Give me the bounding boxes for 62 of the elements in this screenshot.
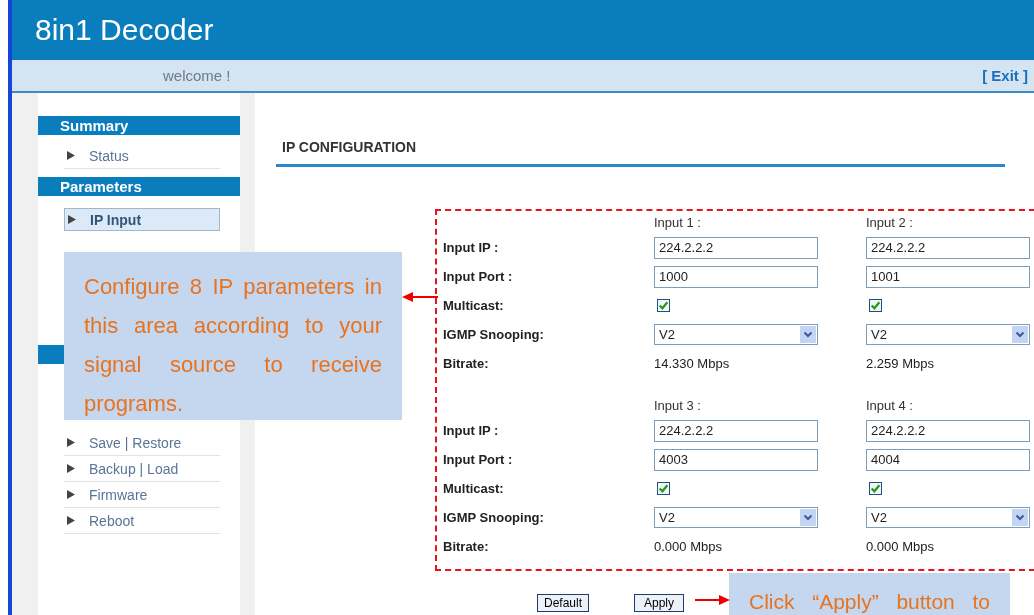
input-field[interactable]: 224.2.2.2 bbox=[866, 236, 1030, 259]
input-field[interactable]: 224.2.2.2 bbox=[654, 236, 818, 259]
menu-item[interactable]: Reboot bbox=[64, 508, 220, 534]
dropdown[interactable]: V2 bbox=[654, 324, 818, 345]
column-header: Input 2 : bbox=[866, 214, 914, 230]
column-header: Input 1 : bbox=[654, 214, 702, 230]
input-field[interactable]: 224.2.2.2 bbox=[654, 419, 818, 442]
field-label: IGMP Snooping: bbox=[443, 510, 545, 525]
triangle-icon bbox=[67, 151, 75, 160]
input-field[interactable]: 224.2.2.2 bbox=[866, 419, 1030, 442]
dropdown[interactable]: V2 bbox=[866, 507, 1030, 528]
menu-item[interactable]: Backup | Load bbox=[64, 456, 220, 482]
triangle-icon bbox=[67, 438, 75, 447]
field-label: Input Port : bbox=[443, 269, 514, 284]
exit-link[interactable]: [ Exit ] bbox=[982, 67, 1028, 84]
callout-note: Configure 8 IP parameters in this area according to your signal source to receive programs. bbox=[64, 252, 402, 420]
chevron-down-icon[interactable] bbox=[1012, 326, 1028, 343]
triangle-icon bbox=[67, 464, 75, 473]
section-heading: Parameters bbox=[38, 177, 240, 196]
arrow bbox=[402, 291, 438, 303]
dropdown[interactable]: V2 bbox=[866, 324, 1030, 345]
dropdown[interactable]: V2 bbox=[654, 507, 818, 528]
column-header: Input 4 : bbox=[866, 397, 914, 413]
field-label: IGMP Snooping: bbox=[443, 327, 545, 342]
checkbox[interactable] bbox=[657, 299, 670, 312]
menu-item[interactable]: Status bbox=[64, 143, 220, 169]
bitrate-value: 0.000 Mbps bbox=[866, 539, 934, 554]
chevron-down-icon[interactable] bbox=[800, 509, 816, 526]
form-button[interactable]: Default bbox=[537, 594, 590, 612]
menu-item[interactable]: Save | Restore bbox=[64, 430, 220, 456]
bitrate-value: 0.000 Mbps bbox=[654, 539, 722, 554]
checkbox[interactable] bbox=[869, 299, 882, 312]
field-label: Multicast: bbox=[443, 298, 505, 313]
triangle-icon bbox=[68, 215, 76, 224]
field-label: Bitrate: bbox=[443, 356, 490, 371]
column-header: Input 3 : bbox=[654, 397, 702, 413]
bitrate-value: 14.330 Mbps bbox=[654, 356, 730, 371]
chevron-down-icon[interactable] bbox=[1012, 509, 1028, 526]
triangle-icon bbox=[67, 516, 75, 525]
app-title: 8in1 Decoder bbox=[35, 13, 214, 47]
chevron-down-icon[interactable] bbox=[800, 326, 816, 343]
field-label: Multicast: bbox=[443, 481, 505, 496]
input-field[interactable]: 4003 bbox=[654, 448, 818, 471]
section-heading: Summary bbox=[38, 116, 240, 135]
field-label: Input IP : bbox=[443, 240, 500, 255]
checkbox[interactable] bbox=[869, 482, 882, 495]
menu-item[interactable]: IP Input bbox=[64, 208, 220, 231]
triangle-icon bbox=[67, 490, 75, 499]
arrow bbox=[695, 594, 730, 606]
welcome-text: welcome ! bbox=[163, 67, 231, 84]
callout-note: Click “Apply” button to bbox=[729, 573, 1010, 615]
checkbox[interactable] bbox=[657, 482, 670, 495]
menu-item[interactable]: Firmware bbox=[64, 482, 220, 508]
field-label: Input IP : bbox=[443, 423, 500, 438]
input-field[interactable]: 1000 bbox=[654, 265, 818, 288]
page-title: IP CONFIGURATION bbox=[282, 139, 417, 155]
input-field[interactable]: 1001 bbox=[866, 265, 1030, 288]
input-field[interactable]: 4004 bbox=[866, 448, 1030, 471]
field-label: Input Port : bbox=[443, 452, 514, 467]
bitrate-value: 2.259 Mbps bbox=[866, 356, 934, 371]
form-button[interactable]: Apply bbox=[634, 594, 685, 612]
field-label: Bitrate: bbox=[443, 539, 490, 554]
